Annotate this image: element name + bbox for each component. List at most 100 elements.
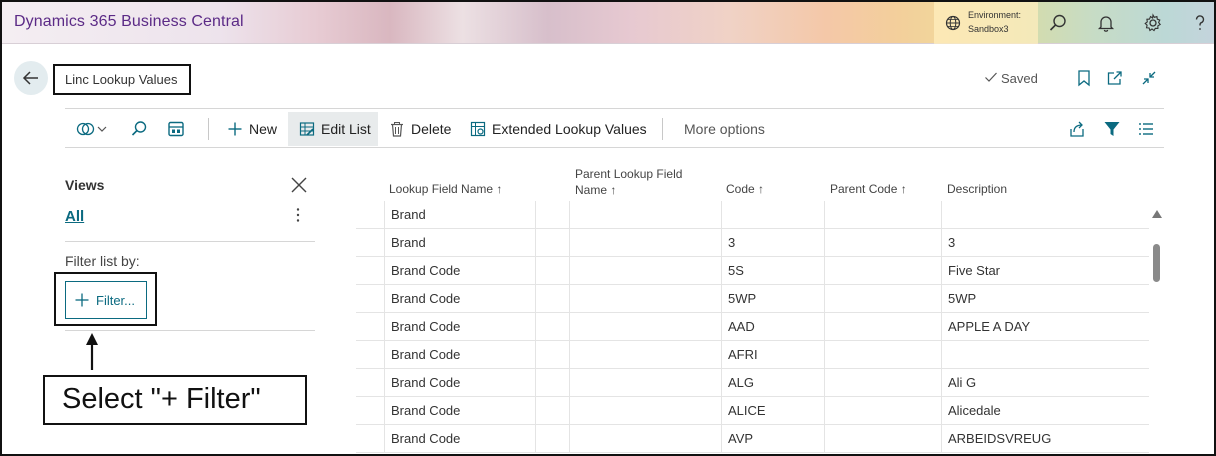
cell-row-action[interactable]	[535, 369, 569, 397]
cell-row-action[interactable]	[535, 397, 569, 425]
extended-lookup-values-button[interactable]: Extended Lookup Values	[470, 112, 647, 146]
cell-parent-code[interactable]	[824, 397, 941, 425]
cell-description[interactable]: Alicedale	[941, 397, 1149, 425]
cell-lookup-field-name[interactable]: Brand	[384, 201, 535, 229]
show-as-tiles-button[interactable]	[167, 112, 191, 146]
cell-parent-lookup-field-name[interactable]	[569, 229, 721, 257]
cell-row-action[interactable]	[535, 229, 569, 257]
cell-code[interactable]	[721, 201, 824, 229]
bell-icon[interactable]	[1096, 13, 1116, 33]
cell-parent-code[interactable]	[824, 201, 941, 229]
column-header-code[interactable]: Code ↑	[726, 181, 764, 197]
table-row[interactable]: Brand Code 5WP 5WP	[356, 285, 1149, 313]
table-row[interactable]: Brand Code ALG Ali G	[356, 369, 1149, 397]
cell-description[interactable]	[941, 341, 1149, 369]
cell-parent-lookup-field-name[interactable]	[569, 341, 721, 369]
edit-list-button[interactable]: Edit List	[288, 112, 378, 146]
table-row[interactable]: Brand	[356, 201, 1149, 229]
cell-lookup-field-name[interactable]: Brand Code	[384, 425, 535, 453]
add-filter-button[interactable]: Filter...	[65, 281, 147, 319]
list-view-icon[interactable]	[1138, 121, 1154, 137]
cell-parent-lookup-field-name[interactable]	[569, 397, 721, 425]
edit-list-icon	[299, 122, 315, 136]
close-icon[interactable]	[290, 176, 308, 194]
cell-parent-lookup-field-name[interactable]	[569, 257, 721, 285]
cell-code[interactable]: AVP	[721, 425, 824, 453]
cell-lookup-field-name[interactable]: Brand Code	[384, 285, 535, 313]
help-icon[interactable]	[1190, 13, 1210, 33]
cell-parent-code[interactable]	[824, 257, 941, 285]
cell-parent-code[interactable]	[824, 369, 941, 397]
cell-row-action[interactable]	[535, 313, 569, 341]
cell-description[interactable]: 3	[941, 229, 1149, 257]
cell-code[interactable]: ALG	[721, 369, 824, 397]
extended-values-icon	[470, 121, 486, 137]
filter-icon[interactable]	[1103, 120, 1121, 138]
cell-lookup-field-name[interactable]: Brand Code	[384, 369, 535, 397]
cell-row-action[interactable]	[535, 201, 569, 229]
cell-parent-lookup-field-name[interactable]	[569, 285, 721, 313]
search-list-button[interactable]	[130, 112, 154, 146]
cell-code[interactable]: 5S	[721, 257, 824, 285]
table-row[interactable]: Brand Code AFRI	[356, 341, 1149, 369]
cell-code[interactable]: ALICE	[721, 397, 824, 425]
cell-code[interactable]: AFRI	[721, 341, 824, 369]
column-header-lookup-field-name[interactable]: Lookup Field Name ↑	[389, 181, 502, 197]
cell-parent-lookup-field-name[interactable]	[569, 201, 721, 229]
column-header-parent-lookup-field-name[interactable]: Parent Lookup Field	[575, 166, 682, 182]
cell-description[interactable]: APPLE A DAY	[941, 313, 1149, 341]
gear-icon[interactable]	[1143, 13, 1163, 33]
table-row[interactable]: Brand 3 3	[356, 229, 1149, 257]
delete-button[interactable]: Delete	[389, 112, 451, 146]
scrollbar-thumb[interactable]	[1153, 244, 1160, 282]
view-all-link[interactable]: All	[65, 208, 84, 225]
cell-parent-lookup-field-name[interactable]	[569, 425, 721, 453]
cell-description[interactable]: 5WP	[941, 285, 1149, 313]
cell-description[interactable]: Ali G	[941, 369, 1149, 397]
environment-switcher[interactable]: Environment: Sandbox3	[934, 2, 1038, 44]
cell-row-action[interactable]	[535, 285, 569, 313]
cell-parent-lookup-field-name[interactable]	[569, 369, 721, 397]
column-header-description[interactable]: Description	[947, 181, 1007, 197]
cell-lookup-field-name[interactable]: Brand	[384, 229, 535, 257]
cell-row-action[interactable]	[535, 341, 569, 369]
cell-parent-code[interactable]	[824, 425, 941, 453]
cell-description[interactable]: ARBEIDSVREUG	[941, 425, 1149, 453]
search-icon[interactable]	[1048, 13, 1068, 33]
column-header-parent-code[interactable]: Parent Code ↑	[830, 181, 907, 197]
cell-row-action[interactable]	[535, 425, 569, 453]
cell-lookup-field-name[interactable]: Brand Code	[384, 397, 535, 425]
cell-description[interactable]	[941, 201, 1149, 229]
back-button[interactable]	[14, 61, 48, 95]
more-vertical-icon[interactable]	[295, 207, 301, 223]
collapse-icon[interactable]	[1140, 69, 1158, 87]
share-icon[interactable]	[1068, 120, 1086, 138]
app-title[interactable]: Dynamics 365 Business Central	[14, 13, 244, 31]
cell-code[interactable]: 3	[721, 229, 824, 257]
cell-parent-code[interactable]	[824, 341, 941, 369]
cell-code[interactable]: AAD	[721, 313, 824, 341]
cell-parent-lookup-field-name[interactable]	[569, 313, 721, 341]
cell-parent-code[interactable]	[824, 229, 941, 257]
column-header-parent-lookup-field-name-line2[interactable]: Name ↑	[575, 182, 616, 198]
cell-parent-code[interactable]	[824, 285, 941, 313]
table-row[interactable]: Brand Code ALICE Alicedale	[356, 397, 1149, 425]
table-row[interactable]: Brand Code AAD APPLE A DAY	[356, 313, 1149, 341]
cell-description[interactable]: Five Star	[941, 257, 1149, 285]
vertical-scrollbar[interactable]	[1149, 201, 1165, 456]
table-row[interactable]: Brand Code AVP ARBEIDSVREUG	[356, 425, 1149, 453]
scroll-up-arrow-icon[interactable]	[1151, 209, 1163, 219]
new-button[interactable]: New	[227, 112, 285, 146]
cell-row-action[interactable]	[535, 257, 569, 285]
cell-lookup-field-name[interactable]: Brand Code	[384, 313, 535, 341]
views-switch-button[interactable]	[76, 112, 114, 146]
cell-lookup-field-name[interactable]: Brand Code	[384, 257, 535, 285]
open-new-window-icon[interactable]	[1106, 69, 1124, 87]
cell-code[interactable]: 5WP	[721, 285, 824, 313]
filter-list-by-label: Filter list by:	[65, 253, 140, 269]
table-row[interactable]: Brand Code 5S Five Star	[356, 257, 1149, 285]
more-options-button[interactable]: More options	[684, 112, 765, 146]
bookmark-icon[interactable]	[1075, 69, 1093, 87]
cell-parent-code[interactable]	[824, 313, 941, 341]
cell-lookup-field-name[interactable]: Brand Code	[384, 341, 535, 369]
